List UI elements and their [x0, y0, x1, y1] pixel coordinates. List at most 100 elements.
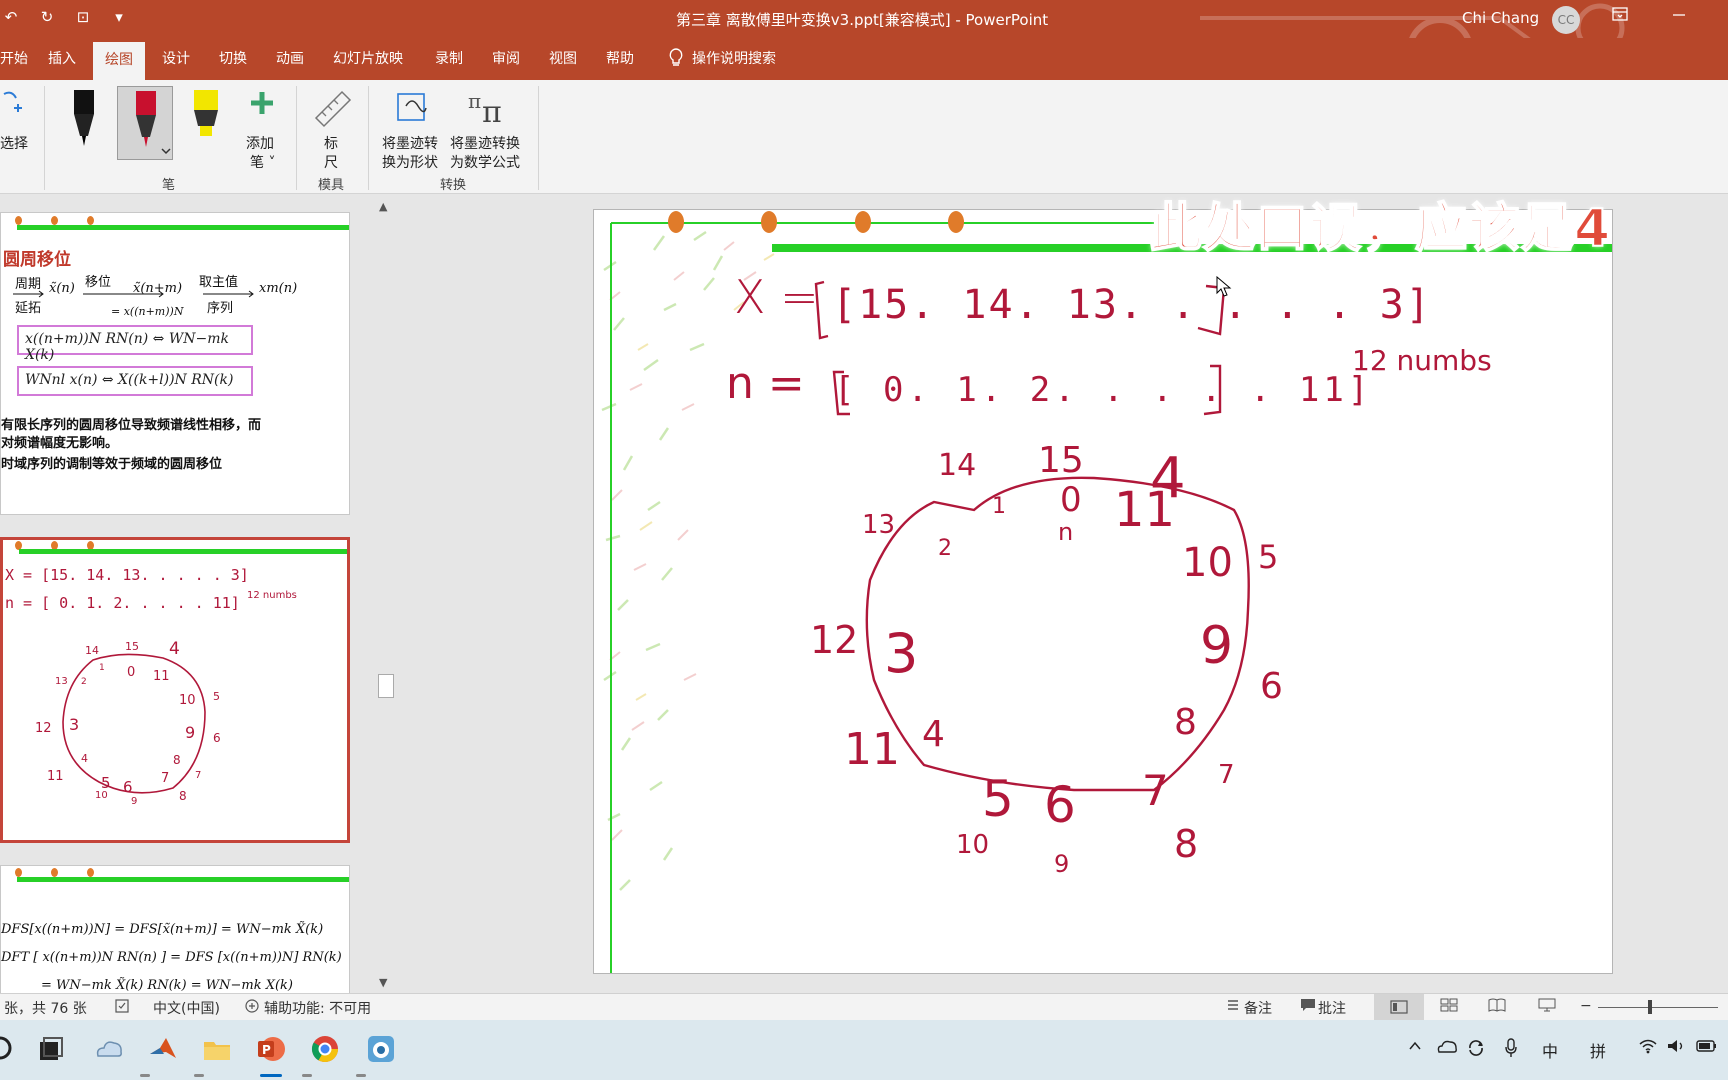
- tab-insert[interactable]: 插入: [48, 48, 76, 68]
- inner-label-7: 7: [1142, 766, 1169, 815]
- tab-animations[interactable]: 动画: [276, 48, 304, 68]
- show-hidden-icons-icon[interactable]: [1408, 1038, 1422, 1057]
- pen-black[interactable]: [56, 86, 112, 160]
- tab-view[interactable]: 视图: [549, 48, 577, 68]
- onedrive-icon[interactable]: [94, 1034, 124, 1064]
- tell-me-label: 操作说明搜索: [692, 51, 776, 67]
- select-button[interactable]: 选择: [0, 88, 40, 158]
- ink-n-values: [ 0. 1. 2. . . . . 11]: [834, 370, 1373, 410]
- comments-button[interactable]: 批注: [1318, 998, 1346, 1018]
- zoom-slider[interactable]: [1598, 1007, 1718, 1008]
- volume-icon[interactable]: [1666, 1038, 1686, 1058]
- select-label: 选择: [0, 136, 28, 152]
- cloud-icon[interactable]: [1436, 1038, 1458, 1058]
- slide-thumbnail-2[interactable]: X = [15. 14. 13. . . . . 3] n = [ 0. 1. …: [0, 537, 350, 843]
- tab-home[interactable]: 开始: [0, 48, 28, 68]
- task-view-icon[interactable]: [36, 1034, 66, 1064]
- accessibility-status[interactable]: 辅助功能: 不可用: [264, 998, 371, 1018]
- thumb-dfs-line-3: = WN−mk X̃(k) RN(k) = WN−mk X(k): [41, 978, 293, 993]
- reading-view-icon[interactable]: [1488, 998, 1506, 1016]
- tab-slideshow[interactable]: 幻灯片放映: [333, 48, 403, 68]
- file-explorer-icon[interactable]: [202, 1034, 232, 1064]
- add-pen-button[interactable]: 添加 笔 ˅: [240, 88, 284, 171]
- svg-text:π: π: [468, 89, 481, 113]
- live-app-icon[interactable]: [366, 1034, 396, 1064]
- decor-dot: [87, 868, 94, 877]
- ink-to-math-button[interactable]: ππ 将墨迹转换 为数学公式: [448, 88, 528, 171]
- matlab-icon[interactable]: [148, 1034, 178, 1064]
- scroll-up-icon[interactable]: ▲: [379, 200, 387, 213]
- svg-text:4: 4: [81, 752, 88, 765]
- inner-label-10: 10: [1182, 540, 1233, 586]
- tab-help[interactable]: 帮助: [606, 48, 634, 68]
- outer-label-15: 15: [1038, 440, 1084, 481]
- tab-record[interactable]: 录制: [435, 48, 463, 68]
- decor-dot: [15, 868, 22, 877]
- inner-label-0: 0: [1060, 480, 1082, 520]
- document-title: 第三章 离散傅里叶变换v3.ppt[兼容模式] - PowerPoint: [676, 11, 1049, 29]
- comments-icon[interactable]: [1300, 998, 1316, 1016]
- tell-me-search[interactable]: 操作说明搜索: [668, 48, 776, 68]
- zoom-out-icon[interactable]: −: [1580, 998, 1592, 1014]
- add-icon: [251, 92, 273, 114]
- undo-icon[interactable]: ↶: [0, 8, 22, 26]
- running-indicator: [194, 1074, 204, 1077]
- ime-mode-indicator[interactable]: 拼: [1590, 1038, 1606, 1062]
- tab-design[interactable]: 设计: [162, 48, 190, 68]
- accessibility-icon[interactable]: [244, 998, 260, 1018]
- pen-red[interactable]: [117, 86, 173, 160]
- tab-transitions[interactable]: 切换: [219, 48, 247, 68]
- tab-draw[interactable]: 绘图: [93, 42, 145, 80]
- slide-thumbnail-3[interactable]: DFS[x((n+m))N] = DFS[x̃(n+m)] = WN−mk X̃…: [0, 865, 350, 995]
- ink-n-label: n =: [726, 358, 805, 409]
- slideshow-view-icon[interactable]: [1538, 998, 1556, 1016]
- decor-dot: [948, 211, 964, 233]
- svg-text:6: 6: [123, 778, 133, 796]
- minimize-icon[interactable]: [1664, 6, 1694, 25]
- present-from-start-icon[interactable]: ⊡: [72, 8, 94, 26]
- group-convert-label: 转换: [440, 178, 467, 193]
- powerpoint-icon[interactable]: P: [256, 1034, 286, 1064]
- spellcheck-icon[interactable]: [114, 998, 130, 1018]
- ruler-button[interactable]: 标 尺: [310, 88, 354, 171]
- chrome-icon[interactable]: [310, 1034, 340, 1064]
- ribbon-display-options-icon[interactable]: [1605, 6, 1635, 25]
- svg-text:4: 4: [169, 639, 180, 659]
- battery-icon[interactable]: [1696, 1038, 1718, 1058]
- zoom-slider-thumb[interactable]: [1648, 1000, 1652, 1014]
- slide-canvas[interactable]: X = [15. 14. 13. . . . . 3] n = [ 0. 1. …: [593, 209, 1613, 974]
- normal-view-button[interactable]: [1374, 994, 1424, 1020]
- slide-sorter-icon[interactable]: [1440, 998, 1458, 1016]
- wifi-icon[interactable]: [1638, 1038, 1658, 1058]
- ime-language-indicator[interactable]: 中: [1542, 1038, 1558, 1062]
- decor-dot: [855, 211, 871, 233]
- user-name[interactable]: Chi Chang: [1462, 9, 1539, 27]
- thumb-shift-label: 移位: [85, 275, 112, 290]
- decor-dot: [87, 216, 94, 225]
- microphone-icon[interactable]: [1504, 1038, 1518, 1062]
- ink-to-shape-button[interactable]: 将墨迹转 换为形状: [378, 88, 444, 171]
- add-pen-label: 添加: [246, 136, 274, 152]
- highlighter-icon: [194, 90, 218, 136]
- outer-label-8: 8: [1174, 822, 1199, 866]
- scroll-down-icon[interactable]: ▼: [379, 976, 387, 989]
- highlighter-yellow[interactable]: [178, 86, 234, 160]
- slide-thumbnail-1[interactable]: 圆周移位 周期 延拓 x̃(n) 移位 x̃(n+m) = x((n+m))N …: [0, 212, 350, 515]
- tab-review[interactable]: 审阅: [492, 48, 520, 68]
- redo-icon[interactable]: ↻: [36, 8, 58, 26]
- outer-label-9: 9: [1054, 850, 1070, 878]
- scrollbar-thumb[interactable]: [378, 674, 394, 698]
- outer-label-7: 7: [1218, 760, 1235, 790]
- notes-button[interactable]: 备注: [1244, 998, 1272, 1018]
- sync-icon[interactable]: [1466, 1038, 1486, 1062]
- notes-icon[interactable]: [1226, 998, 1240, 1016]
- language-indicator[interactable]: 中文(中国): [153, 998, 220, 1018]
- thumbnail-scrollbar[interactable]: ▲ ▼: [376, 200, 396, 992]
- search-icon[interactable]: [0, 1034, 16, 1064]
- customize-qat-icon[interactable]: ▾: [108, 8, 130, 26]
- ribbon-separator: [538, 86, 539, 190]
- red-pen-icon: [136, 91, 171, 155]
- svg-text:11: 11: [153, 669, 170, 684]
- ink-to-math-label-2: 为数学公式: [450, 155, 520, 171]
- avatar[interactable]: CC: [1552, 6, 1580, 34]
